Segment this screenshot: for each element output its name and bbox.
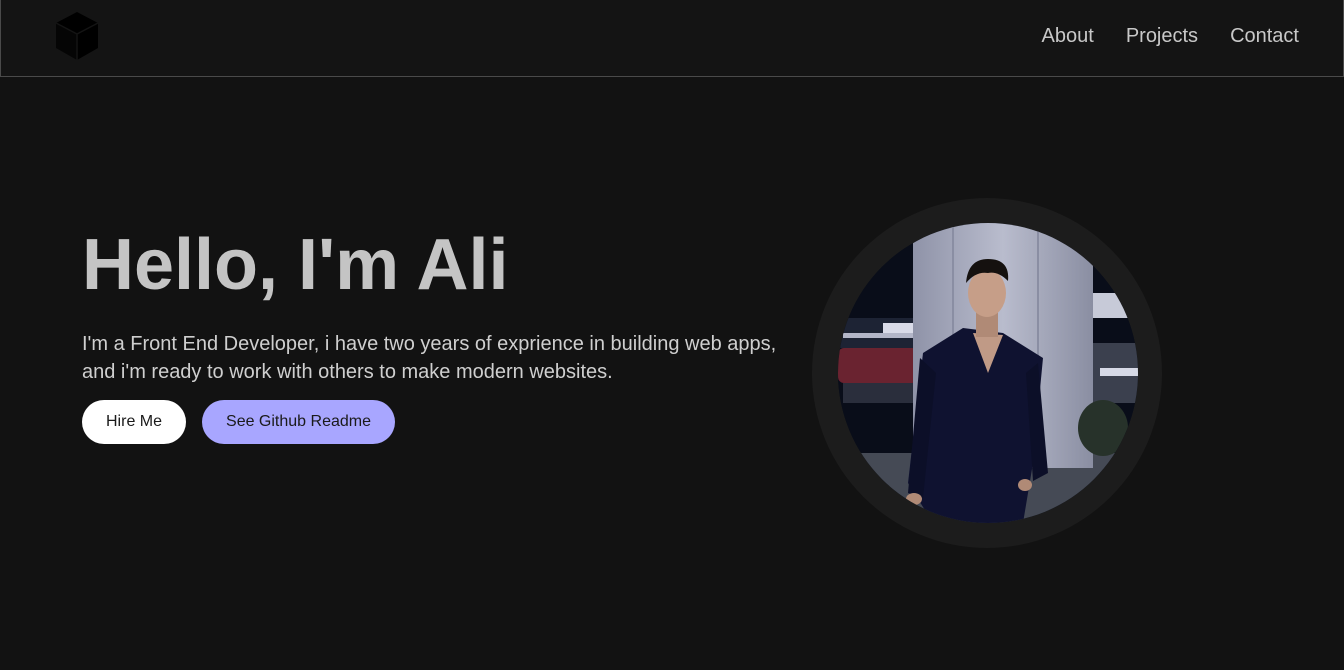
github-readme-button[interactable]: See Github Readme: [202, 400, 395, 444]
cube-icon[interactable]: [53, 10, 101, 62]
navbar: About Projects Contact: [0, 0, 1344, 77]
hire-me-button[interactable]: Hire Me: [82, 400, 187, 444]
profile-photo: [838, 223, 1138, 523]
nav-link-about[interactable]: About: [1042, 22, 1094, 50]
nav-links: About Projects Contact: [1042, 22, 1299, 50]
hero-description: I'm a Front End Developer, i have two ye…: [82, 333, 777, 383]
nav-link-contact[interactable]: Contact: [1230, 22, 1299, 50]
hero-title: Hello, I'm Ali: [82, 225, 509, 305]
nav-link-projects[interactable]: Projects: [1126, 22, 1198, 50]
hero-buttons: Hire Me See Github Readme: [82, 400, 395, 444]
